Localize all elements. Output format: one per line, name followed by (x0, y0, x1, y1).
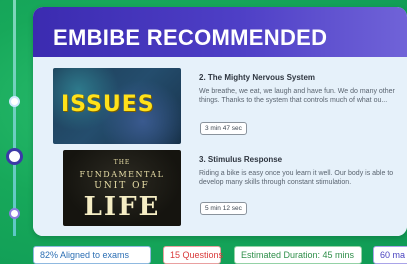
video-description: Riding a bike is easy once you learn it … (199, 170, 394, 186)
recommended-card: EMBIBE RECOMMENDED ISSUES 2. The Mighty … (33, 7, 407, 236)
thumbnail-text: ISSUES (61, 92, 155, 117)
estimated-duration-tag: Estimated Duration: 45 mins (234, 246, 362, 264)
tag-row: 82% Aligned to exams 15 Questions Estima… (0, 246, 407, 264)
thumbnail-text: THE (113, 159, 131, 166)
aligned-tag: 82% Aligned to exams (33, 246, 151, 264)
video-title[interactable]: 3. Stimulus Response (199, 155, 282, 164)
thumbnail-text: LIFE (83, 192, 161, 222)
questions-tag: 15 Questions (163, 246, 223, 264)
card-body: ISSUES 2. The Mighty Nervous System We b… (33, 57, 407, 236)
thumbnail-text: FUNDAMENTAL (79, 170, 165, 179)
timeline-node[interactable] (9, 208, 20, 219)
card-title: EMBIBE RECOMMENDED (53, 25, 328, 50)
video-item[interactable]: ISSUES 2. The Mighty Nervous System We b… (53, 68, 395, 144)
marks-tag: 60 ma (373, 246, 407, 264)
timeline-line (13, 0, 16, 236)
video-thumbnail[interactable]: ISSUES (53, 68, 181, 144)
timeline-node-active[interactable] (6, 148, 23, 165)
video-thumbnail[interactable]: THE FUNDAMENTAL UNIT OF LIFE (63, 150, 181, 226)
duration-badge: 3 min 47 sec (200, 122, 247, 135)
thumbnail-text: UNIT OF (94, 181, 150, 191)
card-header: EMBIBE RECOMMENDED (33, 7, 407, 57)
timeline-node[interactable] (9, 96, 20, 107)
video-title[interactable]: 2. The Mighty Nervous System (199, 73, 315, 82)
video-item[interactable]: THE FUNDAMENTAL UNIT OF LIFE 3. Stimulus… (53, 150, 393, 226)
video-description: We breathe, we eat, we laugh and have fu… (199, 88, 395, 104)
duration-badge: 5 min 12 sec (200, 202, 247, 215)
